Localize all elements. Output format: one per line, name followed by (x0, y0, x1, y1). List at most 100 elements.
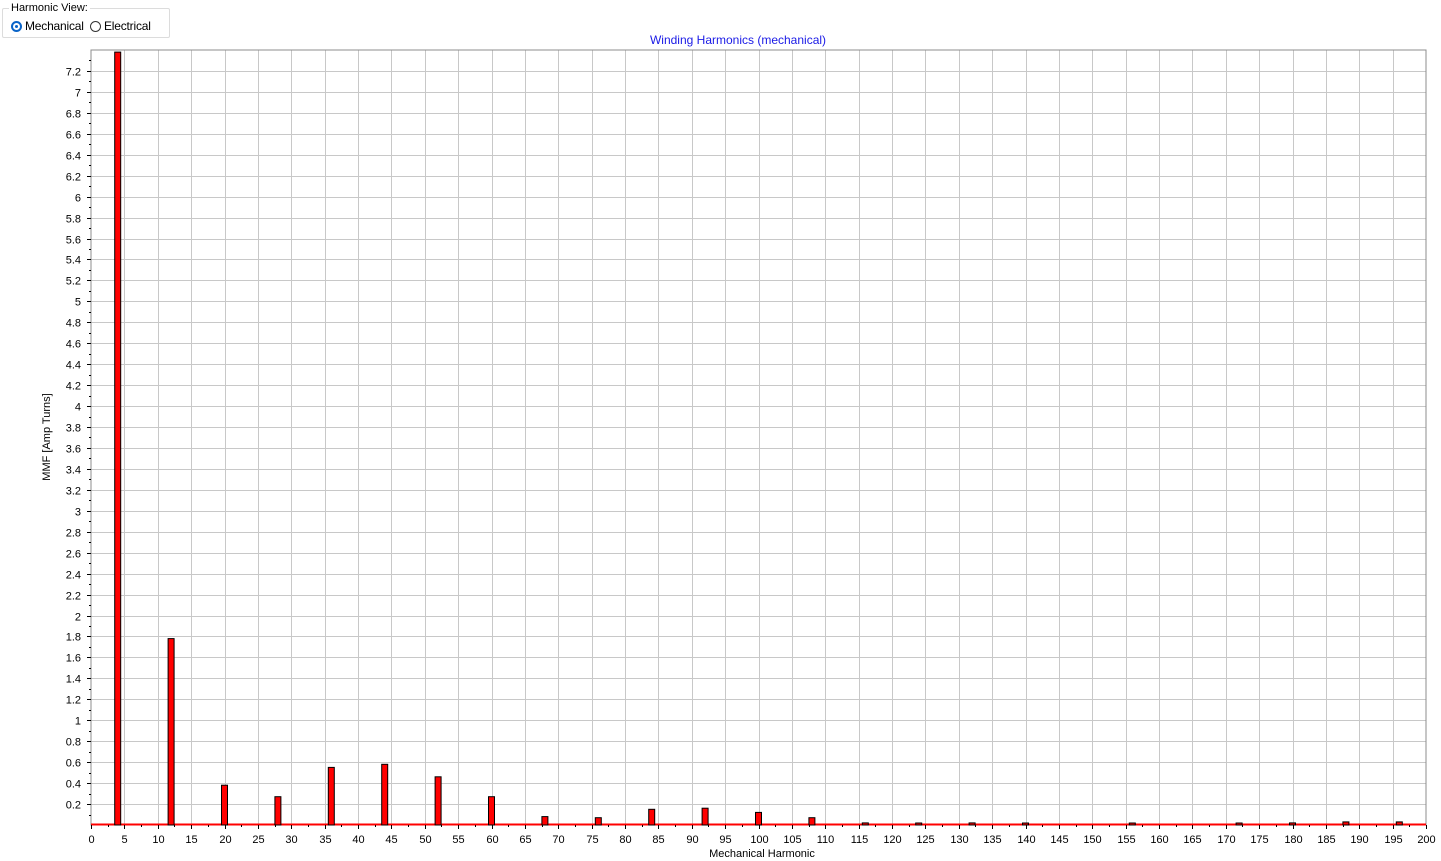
harmonic-bar (221, 784, 228, 826)
x-axis-label: Mechanical Harmonic (709, 848, 815, 860)
harmonic-bar (648, 808, 656, 826)
y-tick-label: 6.6 (66, 130, 81, 142)
x-tick-label: 195 (1384, 834, 1402, 846)
harmonics-bar-chart: Winding Harmonics (mechanical) 0 5 10 15 20 2… (41, 33, 1436, 860)
x-tick-label: 135 (983, 834, 1001, 846)
harmonic-bar (1395, 821, 1403, 826)
harmonic-bar (434, 776, 442, 826)
harmonic-bar (594, 817, 602, 826)
harmonic-bar (541, 816, 549, 826)
x-tick-label: 25 (252, 834, 264, 846)
x-tick-label: 10 (152, 834, 164, 846)
y-tick-label: 3 (75, 507, 81, 519)
x-tick-label: 95 (719, 834, 731, 846)
x-tick-label: 185 (1317, 834, 1335, 846)
y-tick-label: 1.4 (66, 674, 81, 686)
harmonic-bar (701, 807, 709, 826)
y-tick-label: 5.8 (66, 214, 81, 226)
x-tick-label: 55 (452, 834, 464, 846)
harmonic-bar (114, 51, 122, 826)
harmonic-bar (808, 817, 816, 826)
x-tick-label: 70 (552, 834, 564, 846)
harmonic-bar (274, 796, 282, 826)
x-tick-label: 90 (686, 834, 698, 846)
x-tick-label: 75 (586, 834, 598, 846)
y-tick-label: 3.4 (66, 465, 81, 477)
y-tick-label: 0.6 (66, 758, 81, 770)
x-tick-label: 170 (1217, 834, 1235, 846)
x-tick-label: 155 (1117, 834, 1135, 846)
y-tick-label: 4.4 (66, 360, 81, 372)
x-axis-ticks: 0 5 10 15 20 25 30 35 40 45 50 55 60 65 70 75 80 85 90 95 10… (88, 825, 1436, 846)
harmonic-bar (381, 763, 389, 826)
x-tick-label: 125 (916, 834, 934, 846)
y-tick-label: 5.4 (66, 255, 81, 267)
x-tick-label: 50 (419, 834, 431, 846)
x-tick-label: 115 (851, 834, 869, 846)
y-tick-label: 3.6 (66, 444, 81, 456)
x-tick-label: 40 (352, 834, 364, 846)
x-tick-label: 30 (285, 834, 297, 846)
y-tick-label: 3.8 (66, 423, 81, 435)
y-axis-ticks: 0.2 0.4 0.6 0.8 1 1.2 1.4 1.6 1.8 2 2.2 2.4 2.6 2.8 3 3… (66, 60, 91, 816)
y-tick-label: 2.6 (66, 549, 81, 561)
y-tick-label: 3.2 (66, 486, 81, 498)
y-tick-label: 0.8 (66, 737, 81, 749)
harmonic-bar (1235, 822, 1243, 826)
y-tick-label: 7.2 (66, 67, 81, 79)
y-tick-label: 1.2 (66, 695, 81, 707)
y-tick-label: 4 (75, 402, 81, 414)
x-tick-label: 45 (385, 834, 397, 846)
y-tick-label: 6.8 (66, 109, 81, 121)
x-tick-label: 85 (652, 834, 664, 846)
chart-title: Winding Harmonics (mechanical) (650, 33, 826, 47)
y-tick-label: 6 (75, 193, 81, 205)
x-tick-label: 15 (185, 834, 197, 846)
y-tick-label: 5 (75, 297, 81, 309)
x-tick-label: 35 (319, 834, 331, 846)
y-tick-label: 1 (75, 716, 81, 728)
y-tick-label: 1.8 (66, 632, 81, 644)
harmonic-bar (861, 822, 869, 826)
y-tick-label: 2.2 (66, 591, 81, 603)
x-tick-label: 130 (950, 834, 968, 846)
harmonic-bar (327, 766, 335, 826)
y-tick-label: 2.8 (66, 528, 81, 540)
y-tick-label: 1.6 (66, 653, 81, 665)
x-tick-label: 145 (1050, 834, 1068, 846)
x-tick-label: 60 (486, 834, 498, 846)
y-tick-label: 2 (75, 612, 81, 624)
x-tick-label: 105 (783, 834, 801, 846)
harmonic-bar (488, 796, 495, 826)
y-axis-label: MMF [Amp Turns] (41, 393, 53, 480)
x-tick-label: 160 (1150, 834, 1168, 846)
y-tick-label: 0.4 (66, 779, 81, 791)
y-tick-label: 0.2 (66, 800, 81, 812)
grid-layer (91, 50, 1426, 825)
y-tick-label: 4.6 (66, 339, 81, 351)
x-tick-label: 180 (1284, 834, 1302, 846)
x-tick-label: 100 (750, 834, 768, 846)
x-tick-label: 5 (121, 834, 127, 846)
harmonic-bar (167, 638, 175, 826)
y-tick-label: 6.2 (66, 172, 81, 184)
y-tick-label: 4.2 (66, 381, 81, 393)
y-tick-label: 2.4 (66, 570, 81, 582)
x-tick-label: 0 (88, 834, 94, 846)
harmonic-bar (1342, 821, 1350, 826)
x-tick-label: 150 (1083, 834, 1101, 846)
x-tick-label: 65 (519, 834, 531, 846)
y-tick-label: 5.6 (66, 235, 81, 247)
y-tick-label: 6.4 (66, 151, 81, 163)
harmonic-bar (968, 822, 976, 826)
x-tick-label: 165 (1183, 834, 1201, 846)
harmonic-bar (1128, 822, 1136, 826)
x-tick-label: 190 (1350, 834, 1368, 846)
x-tick-label: 140 (1017, 834, 1035, 846)
y-tick-label: 7 (75, 88, 81, 100)
harmonic-bar (1022, 822, 1029, 826)
harmonic-bar (1289, 822, 1296, 826)
x-tick-label: 20 (219, 834, 231, 846)
x-tick-label: 200 (1417, 834, 1435, 846)
x-tick-label: 110 (817, 834, 835, 846)
